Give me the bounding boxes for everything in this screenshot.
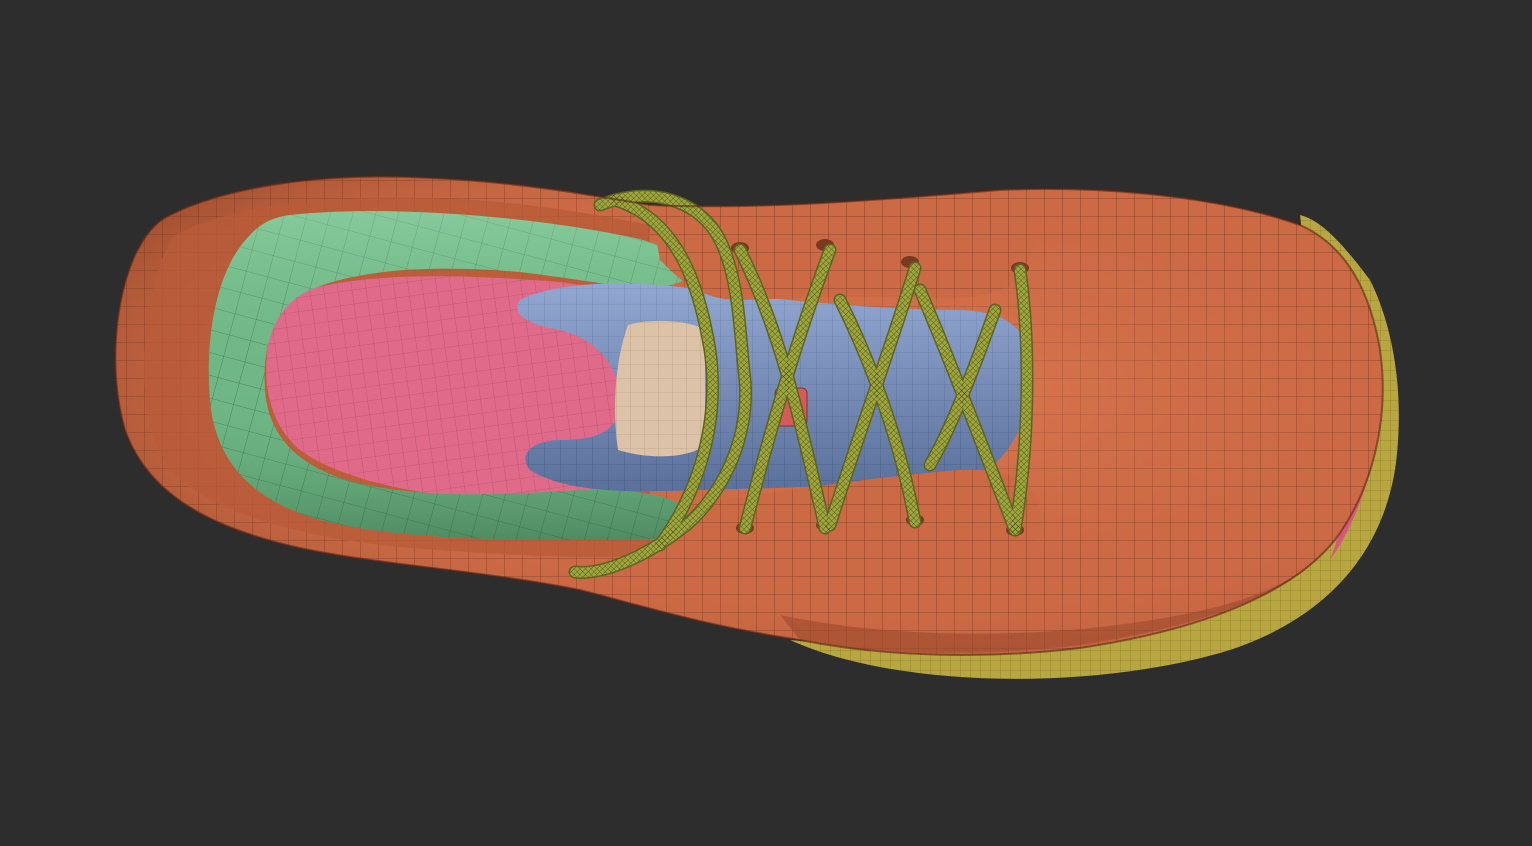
tongue-patch-mesh[interactable] <box>615 320 705 457</box>
3d-viewport[interactable] <box>0 0 1532 846</box>
shoe-mesh-render[interactable] <box>0 0 1532 846</box>
